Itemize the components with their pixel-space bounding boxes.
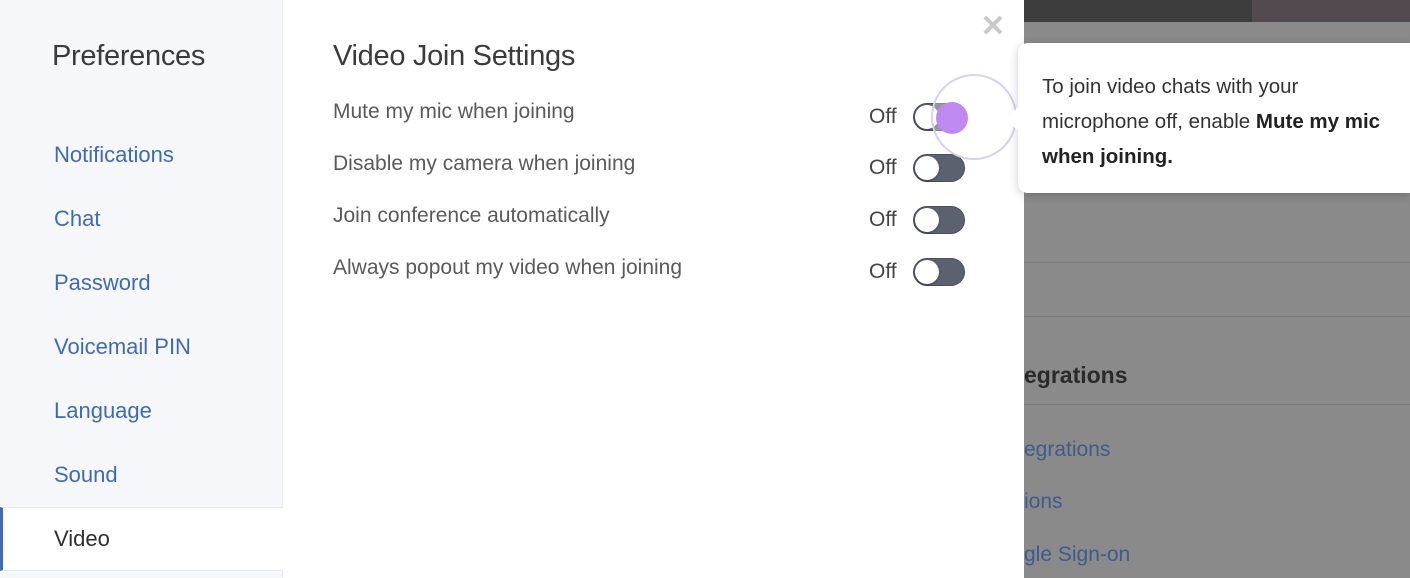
toggle-row-disable-camera: Off — [869, 154, 965, 182]
setting-label-disable-camera: Disable my camera when joining — [333, 152, 636, 175]
background-link[interactable]: egrations — [1024, 438, 1110, 462]
sidebar-title: Preferences — [52, 40, 206, 72]
disable-camera-toggle[interactable] — [913, 154, 965, 182]
sidebar-item-notifications[interactable]: Notifications — [0, 125, 283, 185]
toggle-row-mute-mic: Off — [869, 102, 968, 134]
setting-label-popout-video: Always popout my video when joining — [333, 256, 683, 279]
toggle-knob — [915, 208, 939, 232]
toggle-row-popout-video: Off — [869, 258, 965, 286]
popout-video-toggle[interactable] — [913, 258, 965, 286]
toggle-state-label: Off — [869, 156, 897, 179]
highlight-dot — [936, 102, 968, 134]
setting-label-mute-mic: Mute my mic when joining — [333, 100, 575, 123]
background-link[interactable]: gle Sign-on — [1024, 543, 1130, 567]
toggle-knob — [915, 156, 939, 180]
toggle-state-label: Off — [869, 260, 897, 283]
preferences-sidebar: Preferences Notifications Chat Password … — [0, 0, 283, 578]
background-divider — [1024, 404, 1410, 405]
sidebar-item-voicemail-pin[interactable]: Voicemail PIN — [0, 317, 283, 377]
sidebar-item-language[interactable]: Language — [0, 381, 283, 441]
background-divider — [1024, 262, 1410, 263]
background-section-title: egrations — [1024, 362, 1128, 388]
tooltip-text: To join video chats with your microphone… — [1042, 75, 1381, 168]
tour-tooltip: To join video chats with your microphone… — [1006, 43, 1410, 193]
background-topbar — [1024, 0, 1410, 22]
sidebar-item-chat[interactable]: Chat — [0, 189, 283, 249]
toggle-row-join-automatically: Off — [869, 206, 965, 234]
sidebar-item-sound[interactable]: Sound — [0, 445, 283, 505]
toggle-state-label: Off — [869, 208, 897, 231]
join-automatically-toggle[interactable] — [913, 206, 965, 234]
sidebar-item-password[interactable]: Password — [0, 253, 283, 313]
stage: egrations egrations ions gle Sign-on Pre… — [0, 0, 1410, 578]
background-divider — [1024, 316, 1410, 317]
mute-mic-toggle[interactable] — [913, 102, 968, 134]
section-title: Video Join Settings — [333, 40, 576, 72]
setting-label-join-automatically: Join conference automatically — [333, 204, 610, 227]
preferences-modal: Preferences Notifications Chat Password … — [0, 0, 1024, 578]
toggle-state-label: Off — [869, 105, 897, 128]
background-link[interactable]: ions — [1024, 490, 1063, 514]
sidebar-item-video[interactable]: Video — [0, 507, 283, 571]
close-icon[interactable]: ✕ — [979, 10, 1007, 43]
toggle-knob — [915, 260, 939, 284]
